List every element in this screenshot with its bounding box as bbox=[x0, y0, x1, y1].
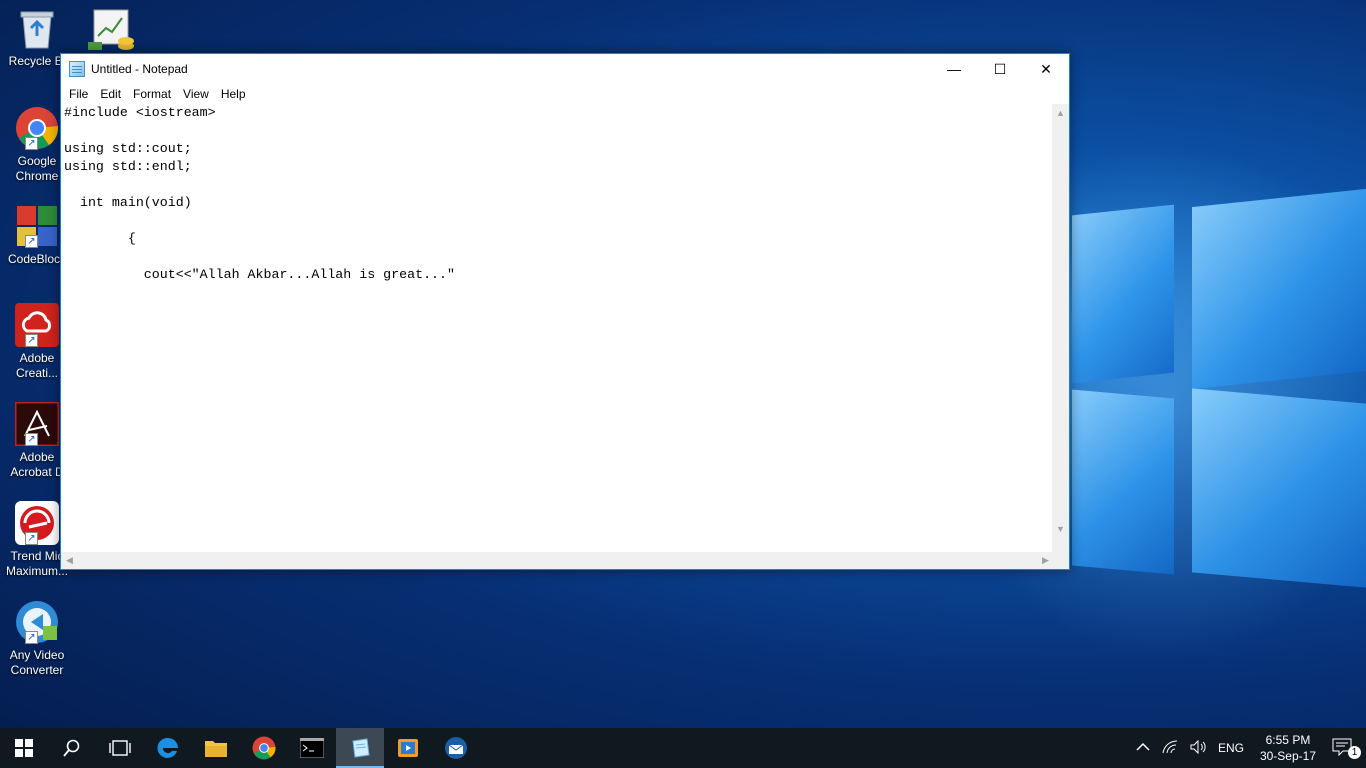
shortcut-arrow-icon: ↗ bbox=[25, 137, 38, 150]
wallpaper-pane bbox=[1192, 188, 1366, 390]
volume-button[interactable] bbox=[1184, 739, 1212, 757]
wifi-icon bbox=[1162, 739, 1177, 753]
clock-date: 30-Sep-17 bbox=[1259, 749, 1316, 763]
action-center-button[interactable]: 1 bbox=[1326, 738, 1366, 759]
show-hidden-icons-button[interactable] bbox=[1130, 741, 1156, 755]
title-bar[interactable]: Untitled - Notepad — ☐ ✕ bbox=[61, 54, 1069, 84]
video-player-icon bbox=[398, 739, 418, 757]
chevron-up-icon bbox=[1136, 742, 1150, 751]
adobe-acrobat-icon: ↗ bbox=[15, 402, 59, 446]
wallpaper-pane bbox=[1072, 389, 1174, 575]
scroll-down-icon[interactable]: ▼ bbox=[1052, 520, 1069, 537]
adobe-creative-cloud-icon: ↗ bbox=[15, 303, 59, 347]
notepad-window[interactable]: Untitled - Notepad — ☐ ✕ File Edit Forma… bbox=[60, 53, 1070, 570]
menu-view[interactable]: View bbox=[177, 87, 215, 101]
taskbar-video-player[interactable] bbox=[384, 728, 432, 768]
desktop-icon-any-video-converter[interactable]: ↗ Any Video Converter bbox=[2, 600, 72, 678]
taskbar-command-prompt[interactable] bbox=[288, 728, 336, 768]
notification-count-badge: 1 bbox=[1348, 745, 1361, 759]
folder-icon bbox=[205, 741, 227, 757]
edge-icon bbox=[157, 737, 178, 758]
menu-help[interactable]: Help bbox=[215, 87, 252, 101]
taskbar-chrome[interactable] bbox=[240, 728, 288, 768]
horizontal-scrollbar[interactable]: ◀ ▶ bbox=[61, 552, 1054, 569]
close-icon: ✕ bbox=[1040, 60, 1052, 77]
wallpaper-pane bbox=[1072, 204, 1174, 384]
vertical-scrollbar[interactable]: ▲ ▼ bbox=[1052, 104, 1069, 554]
shortcut-arrow-icon: ↗ bbox=[25, 334, 38, 347]
chart-app-icon bbox=[88, 8, 136, 57]
taskbar-notepad[interactable] bbox=[336, 728, 384, 768]
shortcut-arrow-icon: ↗ bbox=[25, 631, 38, 644]
minimize-button[interactable]: — bbox=[931, 54, 977, 84]
speaker-icon bbox=[1190, 739, 1206, 754]
menu-edit[interactable]: Edit bbox=[94, 87, 127, 101]
shortcut-arrow-icon: ↗ bbox=[25, 532, 38, 545]
recycle-bin-icon bbox=[15, 6, 59, 50]
editor-content[interactable]: #include <iostream> using std::cout; usi… bbox=[61, 104, 1054, 284]
shortcut-arrow-icon: ↗ bbox=[25, 433, 38, 446]
taskbar-file-explorer[interactable] bbox=[192, 728, 240, 768]
maximize-icon: ☐ bbox=[993, 60, 1007, 77]
maximize-button[interactable]: ☐ bbox=[977, 54, 1023, 84]
desktop-icon-finance-app[interactable] bbox=[88, 8, 136, 52]
desktop-icon-label: Any Video Converter bbox=[9, 648, 65, 677]
wallpaper-pane bbox=[1192, 388, 1366, 588]
search-icon bbox=[63, 739, 80, 757]
start-button[interactable] bbox=[0, 728, 48, 768]
notepad-icon bbox=[69, 61, 85, 77]
menu-format[interactable]: Format bbox=[127, 87, 177, 101]
mail-client-icon bbox=[445, 737, 467, 759]
taskbar-thunderbird[interactable] bbox=[432, 728, 480, 768]
window-title: Untitled - Notepad bbox=[91, 62, 188, 76]
size-grip bbox=[1052, 552, 1069, 569]
chrome-icon bbox=[252, 736, 276, 760]
text-editor[interactable]: #include <iostream> using std::cout; usi… bbox=[61, 104, 1054, 554]
taskbar-edge[interactable] bbox=[144, 728, 192, 768]
task-view-button[interactable] bbox=[96, 728, 144, 768]
codeblocks-icon: ↗ bbox=[15, 204, 59, 248]
system-tray: ENG 6:55 PM 30-Sep-17 1 bbox=[1130, 728, 1366, 768]
minimize-icon: — bbox=[947, 61, 961, 77]
task-view-icon bbox=[109, 740, 131, 756]
close-button[interactable]: ✕ bbox=[1023, 54, 1069, 84]
search-button[interactable] bbox=[48, 728, 96, 768]
network-button[interactable] bbox=[1156, 739, 1184, 757]
menu-bar: File Edit Format View Help bbox=[61, 84, 1069, 104]
chrome-icon: ↗ bbox=[15, 106, 59, 150]
any-video-converter-icon: ↗ bbox=[15, 600, 59, 644]
trend-micro-icon: ↗ bbox=[15, 501, 59, 545]
clock[interactable]: 6:55 PM 30-Sep-17 bbox=[1250, 732, 1326, 764]
notepad-icon bbox=[352, 738, 370, 758]
command-prompt-icon bbox=[300, 738, 324, 758]
taskbar: ENG 6:55 PM 30-Sep-17 1 bbox=[0, 728, 1366, 768]
scroll-up-icon[interactable]: ▲ bbox=[1052, 104, 1069, 121]
shortcut-arrow-icon: ↗ bbox=[25, 235, 38, 248]
windows-logo-icon bbox=[15, 739, 33, 757]
clock-time: 6:55 PM bbox=[1265, 733, 1311, 747]
scroll-left-icon[interactable]: ◀ bbox=[61, 552, 78, 569]
menu-file[interactable]: File bbox=[63, 87, 94, 101]
input-language-button[interactable]: ENG bbox=[1212, 741, 1250, 755]
